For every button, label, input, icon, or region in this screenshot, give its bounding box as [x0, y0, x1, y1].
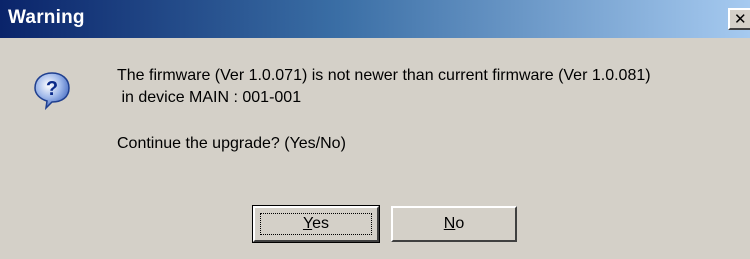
yes-button[interactable]: Yes [252, 205, 380, 243]
question-icon: ? [34, 72, 70, 110]
no-button[interactable]: No [391, 206, 517, 242]
title-bar[interactable]: Warning ✕ [0, 0, 750, 38]
message-line-1: The firmware (Ver 1.0.071) is not newer … [117, 67, 651, 84]
yes-mnemonic: Y [302, 215, 313, 232]
warning-dialog: Warning ✕ ? The firmware (Ver 1.0.071) i… [0, 0, 750, 259]
svg-text:?: ? [46, 78, 58, 100]
no-label-rest: o [455, 215, 465, 232]
yes-button-label: Yes [303, 215, 329, 232]
confirmation-prompt: Continue the upgrade? (Yes/No) [117, 135, 346, 152]
no-button-label: No [444, 215, 464, 232]
yes-label-rest: es [312, 215, 330, 232]
close-icon: ✕ [734, 10, 747, 28]
close-button[interactable]: ✕ [728, 8, 750, 30]
message-line-2: in device MAIN : 001-001 [117, 89, 302, 106]
no-mnemonic: N [443, 215, 456, 232]
dialog-title: Warning [8, 7, 85, 28]
